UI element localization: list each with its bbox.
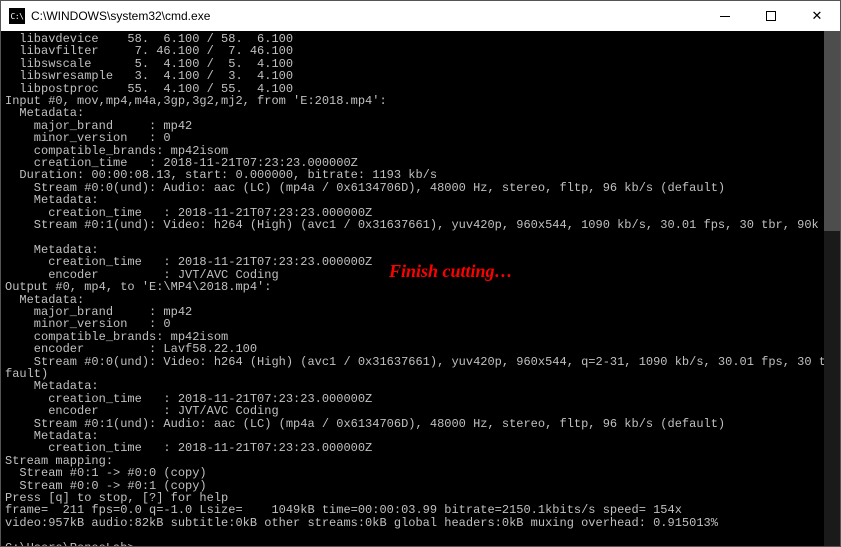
minimize-button[interactable] [702,1,748,31]
scrollbar-track[interactable] [824,31,840,546]
cmd-icon: C:\ [9,8,25,24]
close-button[interactable]: ✕ [794,1,840,31]
annotation-label: Finish cutting… [389,261,513,282]
window-controls: ✕ [702,1,840,31]
maximize-button[interactable] [748,1,794,31]
terminal-area[interactable]: libavdevice 58. 6.100 / 58. 6.100 libavf… [1,31,840,546]
close-icon: ✕ [812,8,823,24]
window-title: C:\WINDOWS\system32\cmd.exe [31,9,702,23]
terminal-output: libavdevice 58. 6.100 / 58. 6.100 libavf… [5,33,836,546]
titlebar[interactable]: C:\ C:\WINDOWS\system32\cmd.exe ✕ [1,1,840,31]
cmd-window: C:\ C:\WINDOWS\system32\cmd.exe ✕ libavd… [0,0,841,547]
scrollbar-thumb[interactable] [824,31,840,231]
